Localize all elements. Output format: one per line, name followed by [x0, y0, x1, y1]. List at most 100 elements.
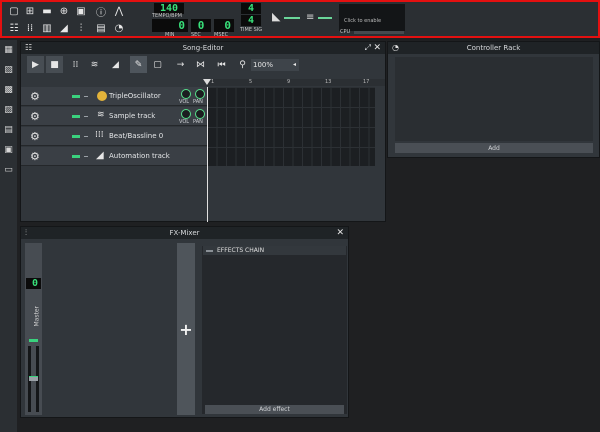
solo-toggle[interactable] — [84, 116, 88, 117]
pan-label: PAN — [193, 99, 203, 105]
volume-knob[interactable] — [181, 109, 191, 119]
timesig-denominator[interactable]: 4 — [241, 15, 261, 26]
controller-rack-titlebar[interactable]: ◔ Controller Rack — [388, 42, 599, 54]
cpu-meter[interactable]: Click to enable — [339, 4, 405, 31]
pan-knob[interactable] — [195, 89, 205, 99]
sec-label: SEC — [191, 32, 201, 38]
info-icon[interactable]: ⓘ — [93, 4, 109, 19]
my-presets-icon[interactable]: ▨ — [3, 104, 14, 115]
mute-led[interactable] — [72, 95, 80, 98]
effects-chain-panel: EFFECTS CHAIN Add effect — [202, 246, 347, 414]
beat-bassline-icon[interactable]: ⁞⁞ — [22, 21, 38, 36]
track-name[interactable]: TripleOscillator — [109, 92, 161, 100]
project-notes-icon[interactable]: ▤ — [93, 21, 109, 36]
new-project-icon[interactable]: ▢ — [6, 4, 22, 19]
side-bar: ▦ ▧ ▩ ▨ ▤ ▣ ▭ — [0, 40, 17, 432]
fx-mixer-titlebar[interactable]: ⫶ FX-Mixer ✕ — [21, 227, 348, 239]
gear-icon[interactable]: ⚙ — [30, 90, 40, 103]
master-pitch-slider[interactable] — [318, 17, 332, 19]
master-volume-slider[interactable] — [284, 17, 300, 19]
add-automation-track-button[interactable]: ◢ — [107, 56, 124, 73]
automation-editor-icon[interactable]: ◢ — [56, 21, 72, 36]
time-sec-lcd: 0 — [191, 19, 211, 32]
ruler-mark: 17 — [363, 79, 370, 85]
ruler-mark: 1 — [211, 79, 215, 85]
min-label: MIN — [165, 32, 175, 38]
timesig-label: TIME SIG — [240, 27, 263, 33]
cpu-click-label: Click to enable — [344, 18, 382, 24]
playhead-marker[interactable] — [203, 79, 211, 85]
fx-mixer-title-icon: ⫶ — [25, 228, 27, 237]
solo-toggle[interactable] — [84, 136, 88, 137]
add-effect-button[interactable]: Add effect — [205, 405, 344, 414]
add-sample-track-button[interactable]: ≋ — [86, 56, 103, 73]
song-editor-window: ☷ Song-Editor ⤢ ✕ ▶ ■ ⁞⁞ ≋ ◢ ✎ ▢ → ⋈ ⏮ ⚲… — [20, 41, 386, 222]
timeline-ruler[interactable]: 1 5 9 13 17 — [207, 79, 385, 86]
instrument-plugins-icon[interactable]: ▦ — [3, 44, 14, 55]
open-project-icon[interactable]: ▬ — [39, 4, 55, 19]
song-editor-grid[interactable] — [207, 87, 375, 166]
solo-toggle[interactable] — [84, 96, 88, 97]
song-editor-icon[interactable]: ☷ — [6, 21, 22, 36]
effects-chain-header[interactable]: EFFECTS CHAIN — [203, 246, 346, 255]
mute-led[interactable] — [72, 115, 80, 118]
track-name[interactable]: Automation track — [109, 152, 170, 160]
stop-button[interactable]: ■ — [46, 56, 63, 73]
auto-scroll-button[interactable]: → — [172, 56, 189, 73]
computer-icon[interactable]: ▭ — [3, 164, 14, 175]
draw-mode-button[interactable]: ✎ — [130, 56, 147, 73]
solo-toggle[interactable] — [84, 156, 88, 157]
maximize-icon[interactable]: ⤢ — [365, 42, 371, 54]
track-row[interactable]: ⚙ TripleOscillator VOL PAN — [21, 87, 227, 106]
play-button[interactable]: ▶ — [27, 56, 44, 73]
mute-led[interactable] — [72, 135, 80, 138]
add-controller-button[interactable]: Add — [395, 143, 593, 153]
mute-led[interactable] — [29, 339, 38, 342]
add-beat-bassline-button[interactable]: ⁞⁞ — [67, 56, 84, 73]
recent-projects-icon[interactable]: ⊕ — [56, 4, 72, 19]
cpu-bar — [354, 31, 404, 34]
instrument-icon — [97, 91, 107, 101]
beat-bassline-icon: ⁞⁞⁞ — [95, 130, 104, 140]
save-project-icon[interactable]: ▣ — [73, 4, 89, 19]
msec-label: MSEC — [214, 32, 229, 38]
gear-icon[interactable]: ⚙ — [30, 110, 40, 123]
timesig-numerator[interactable]: 4 — [241, 3, 261, 14]
mute-led[interactable] — [72, 155, 80, 158]
edit-mode-button[interactable]: ▢ — [149, 56, 166, 73]
gear-icon[interactable]: ⚙ — [30, 130, 40, 143]
my-samples-icon[interactable]: ▩ — [3, 84, 14, 95]
track-row[interactable]: ⚙ ◢ Automation track — [21, 147, 227, 166]
volume-fader[interactable] — [29, 376, 38, 381]
zoom-select[interactable]: 100% ◂ — [251, 59, 299, 71]
effects-chain-toggle[interactable] — [206, 250, 213, 252]
track-name[interactable]: Sample track — [109, 112, 155, 120]
song-editor-titlebar[interactable]: ☷ Song-Editor ⤢ ✕ — [21, 42, 385, 54]
loop-points-button[interactable]: ⋈ — [192, 56, 209, 73]
pan-knob[interactable] — [195, 109, 205, 119]
track-name[interactable]: Beat/Bassline 0 — [109, 132, 163, 140]
gear-icon[interactable]: ⚙ — [30, 150, 40, 163]
controller-rack-icon[interactable]: ◔ — [111, 21, 127, 36]
track-row[interactable]: ⚙ ⁞⁞⁞ Beat/Bassline 0 — [21, 127, 227, 146]
fx-mixer-icon[interactable]: ⫶ — [73, 21, 89, 36]
stop-behaviour-button[interactable]: ⏮ — [213, 56, 230, 73]
new-from-template-icon[interactable]: ⊞ — [22, 4, 38, 19]
add-channel-button[interactable]: + — [177, 243, 195, 415]
controller-list — [395, 57, 593, 141]
volume-knob[interactable] — [181, 89, 191, 99]
my-projects-icon[interactable]: ▧ — [3, 64, 14, 75]
piano-roll-icon[interactable]: ▥ — [39, 21, 55, 36]
root-directory-icon[interactable]: ▣ — [3, 144, 14, 155]
my-home-icon[interactable]: ▤ — [3, 124, 14, 135]
close-icon[interactable]: ✕ — [373, 42, 381, 54]
close-icon[interactable]: ✕ — [336, 227, 344, 239]
zoom-icon: ⚲ — [239, 59, 246, 70]
time-min-lcd: 0 — [152, 19, 188, 32]
track-row[interactable]: ⚙ ≋ Sample track VOL PAN — [21, 107, 227, 126]
song-editor-title: Song-Editor — [182, 44, 224, 52]
master-channel-strip[interactable]: 0 Master — [25, 243, 42, 415]
effects-chain-label: EFFECTS CHAIN — [217, 247, 265, 254]
export-icon[interactable]: ⋀ — [111, 4, 127, 19]
controller-rack-window: ◔ Controller Rack Add — [387, 41, 600, 158]
